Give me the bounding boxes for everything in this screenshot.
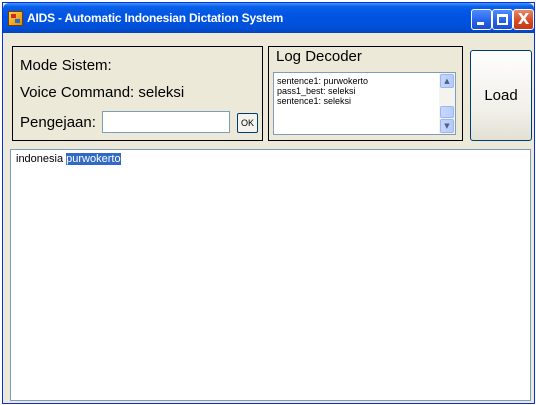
window-title: AIDS - Automatic Indonesian Dictation Sy… [27,11,284,25]
close-button[interactable]: X [513,9,534,30]
ok-button[interactable]: OK [237,113,258,133]
load-button[interactable]: Load [470,50,532,141]
dictation-text-area[interactable]: indonesia purwokerto [10,149,531,401]
text-plain: indonesia [16,153,67,165]
close-icon: X [517,10,530,28]
minimize-button[interactable] [471,9,492,30]
log-line: pass1_best: seleksi [277,86,356,96]
mode-panel: Mode Sistem: Voice Command: seleksi Peng… [12,46,263,141]
scroll-up-icon[interactable]: ▲ [440,74,454,88]
log-line: sentence1: seleksi [277,96,352,106]
app-window: AIDS - Automatic Indonesian Dictation Sy… [2,2,535,404]
log-scrollbar[interactable]: ▲ ▼ [439,73,455,134]
app-icon [8,11,23,26]
pengejaan-input[interactable] [102,111,230,133]
maximize-icon [497,14,508,25]
title-bar[interactable]: AIDS - Automatic Indonesian Dictation Sy… [3,3,534,33]
text-selection: purwokerto [66,153,121,165]
voice-command-label: Voice Command: seleksi [20,84,185,101]
mode-sistem-label: Mode Sistem: [20,57,112,74]
log-decoder-title: Log Decoder [276,48,362,65]
log-decoder-panel: Log Decoder sentence1: purwokerto pass1_… [268,46,463,141]
pengejaan-label: Pengejaan: [20,114,96,131]
maximize-button[interactable] [492,9,513,30]
scroll-down-icon[interactable]: ▼ [440,119,454,133]
log-listbox[interactable]: sentence1: purwokerto pass1_best: seleks… [273,72,456,135]
scroll-thumb[interactable] [440,106,454,118]
log-line: sentence1: purwokerto [277,76,369,86]
log-lines: sentence1: purwokerto pass1_best: seleks… [277,76,437,106]
dictation-text: indonesia purwokerto [16,153,121,165]
minimize-icon [477,22,484,25]
